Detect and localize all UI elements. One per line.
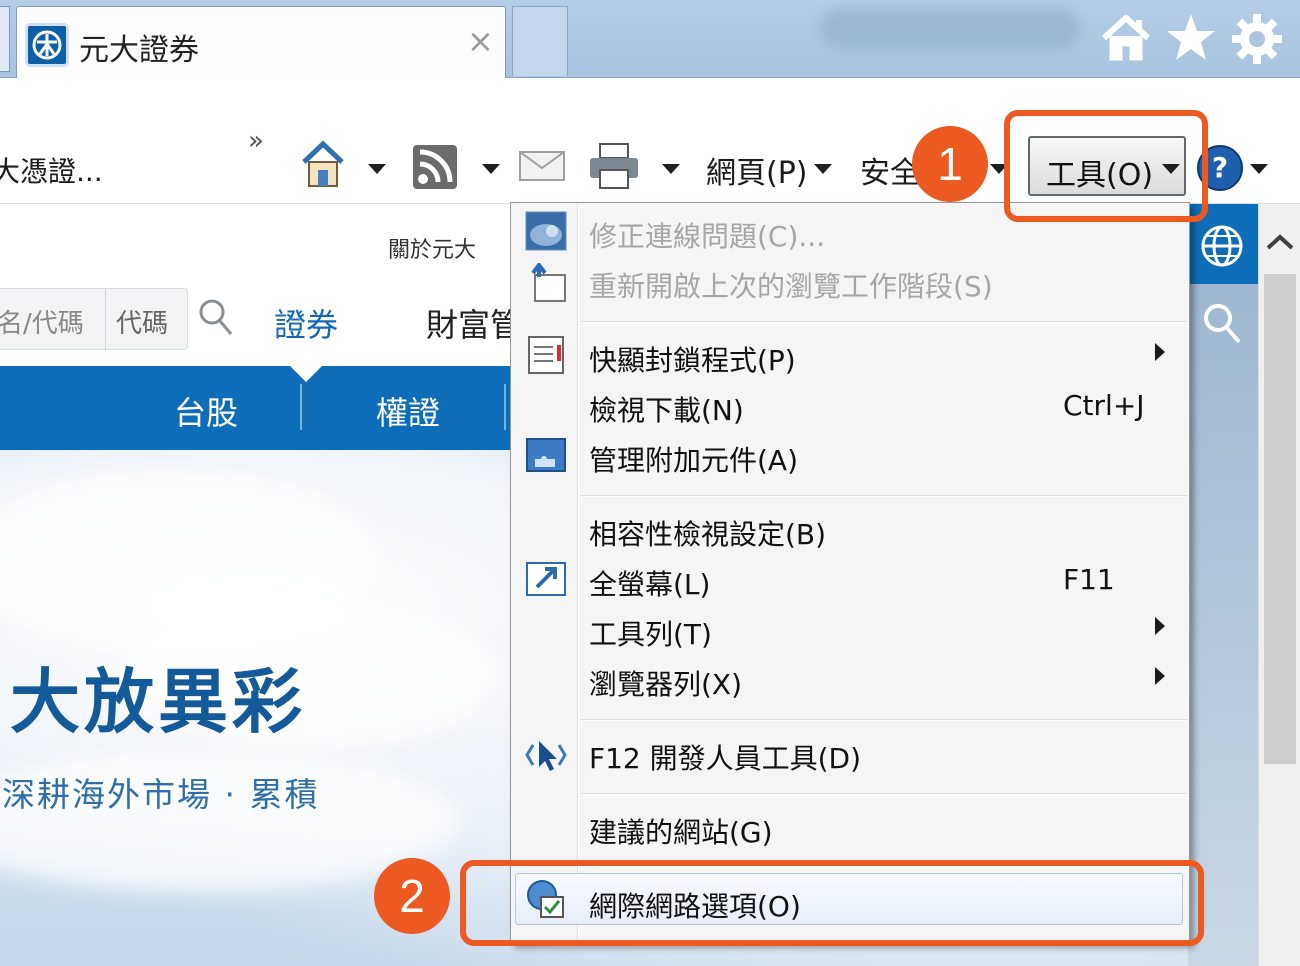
read-mail-icon[interactable] xyxy=(518,148,566,182)
hero-title: 大放異彩 xyxy=(10,661,306,743)
scrollbar-thumb[interactable] xyxy=(1264,274,1296,764)
step-2-highlight-box xyxy=(460,860,1204,946)
nav-divider xyxy=(504,384,506,430)
fix-connection-icon xyxy=(525,211,567,251)
menu-separator xyxy=(581,321,1187,323)
side-search-icon[interactable] xyxy=(1202,302,1242,344)
settings-gear-icon[interactable] xyxy=(1230,12,1284,66)
home-dropdown-icon[interactable] xyxy=(368,164,386,174)
favorites-bar-item[interactable]: 大憑證... xyxy=(0,150,103,190)
shortcut-ctrl-j: Ctrl+J xyxy=(1063,389,1145,422)
yuanta-logo-icon xyxy=(25,23,69,67)
about-link[interactable]: 關於元大 xyxy=(388,232,476,264)
nav-warrants[interactable]: 權證 xyxy=(376,388,440,434)
menu-item-suggested-sites[interactable]: 建議的網站(G) xyxy=(589,811,773,851)
submenu-arrow-icon xyxy=(1155,617,1165,635)
menu-separator xyxy=(581,793,1187,795)
globe-icon[interactable] xyxy=(1200,224,1244,268)
menu-item-explorer-bars[interactable]: 瀏覽器列(X) xyxy=(589,663,742,703)
print-dropdown-icon[interactable] xyxy=(662,164,680,174)
favorites-star-icon[interactable] xyxy=(1164,12,1218,64)
step-1-highlight-box xyxy=(1004,110,1208,222)
nav-securities[interactable]: 證券 xyxy=(274,300,338,346)
vertical-scrollbar[interactable] xyxy=(1258,204,1300,966)
fullscreen-icon xyxy=(526,562,566,596)
svg-text:?: ? xyxy=(1212,151,1228,184)
shortcut-f11: F11 xyxy=(1063,563,1115,596)
menu-item-compat-view[interactable]: 相容性檢視設定(B) xyxy=(589,513,826,553)
submenu-arrow-icon xyxy=(1155,667,1165,685)
feeds-dropdown-icon[interactable] xyxy=(482,164,500,174)
step-1-badge: 1 xyxy=(912,126,988,202)
menu-item-developer-tools[interactable]: F12 開發人員工具(D) xyxy=(589,737,861,777)
nav-divider xyxy=(300,384,302,430)
menu-separator xyxy=(581,495,1187,497)
search-icon[interactable] xyxy=(198,298,234,338)
page-side-toolbar xyxy=(1188,204,1258,966)
tab-close-icon[interactable]: × xyxy=(467,25,494,57)
scroll-up-icon[interactable] xyxy=(1266,234,1294,250)
print-icon[interactable] xyxy=(588,142,640,190)
search-placeholder: 名/代碼 xyxy=(0,309,84,339)
menu-item-reopen-session[interactable]: 重新開啟上次的瀏覽工作階段(S) xyxy=(589,265,993,305)
menu-separator xyxy=(581,719,1187,721)
tools-dropdown-menu: 修正連線問題(C)... 重新開啟上次的瀏覽工作階段(S) 快顯封鎖程式(P) … xyxy=(510,202,1190,944)
blurred-address-area xyxy=(820,8,1080,48)
menu-item-view-downloads[interactable]: 檢視下載(N) xyxy=(589,389,744,429)
manage-addons-icon xyxy=(526,438,566,472)
search-code-label: 代碼 xyxy=(105,289,187,349)
rss-feed-icon[interactable] xyxy=(412,144,458,190)
page-menu-button[interactable]: 網頁(P) xyxy=(706,148,808,192)
nav-wealth[interactable]: 財富管 xyxy=(426,300,522,346)
browser-tab-bar: 元大證券 × xyxy=(0,0,1300,78)
active-nav-caret xyxy=(288,364,324,382)
menu-item-manage-addons[interactable]: 管理附加元件(A) xyxy=(589,439,798,479)
page-dropdown-icon[interactable] xyxy=(814,164,832,174)
home-page-icon[interactable] xyxy=(300,140,346,190)
submenu-arrow-icon xyxy=(1155,343,1165,361)
safety-menu-button[interactable]: 安全 xyxy=(860,148,920,192)
active-tab[interactable]: 元大證券 × xyxy=(16,6,506,78)
tab-title: 元大證券 xyxy=(79,33,199,68)
home-icon[interactable] xyxy=(1098,12,1154,64)
nav-taiwan-stocks[interactable]: 台股 xyxy=(174,388,238,434)
popup-blocker-icon xyxy=(528,336,564,374)
menu-item-fullscreen[interactable]: 全螢幕(L) xyxy=(589,563,710,603)
previous-tab-edge[interactable] xyxy=(0,6,10,72)
developer-tools-icon xyxy=(525,741,567,771)
help-dropdown-icon[interactable] xyxy=(1250,164,1268,174)
stock-search-input[interactable]: 名/代碼 代碼 xyxy=(0,288,188,350)
reopen-session-icon xyxy=(531,263,566,302)
step-2-badge: 2 xyxy=(374,858,450,934)
hero-subtitle: 深耕海外市場 · 累積 xyxy=(2,775,320,814)
menu-item-toolbars[interactable]: 工具列(T) xyxy=(589,613,712,653)
new-tab-button[interactable] xyxy=(512,6,568,76)
menu-item-fix-connection[interactable]: 修正連線問題(C)... xyxy=(589,215,825,255)
favorites-overflow-chevron[interactable]: » xyxy=(248,126,264,156)
menu-item-popup-blocker[interactable]: 快顯封鎖程式(P) xyxy=(589,339,796,379)
